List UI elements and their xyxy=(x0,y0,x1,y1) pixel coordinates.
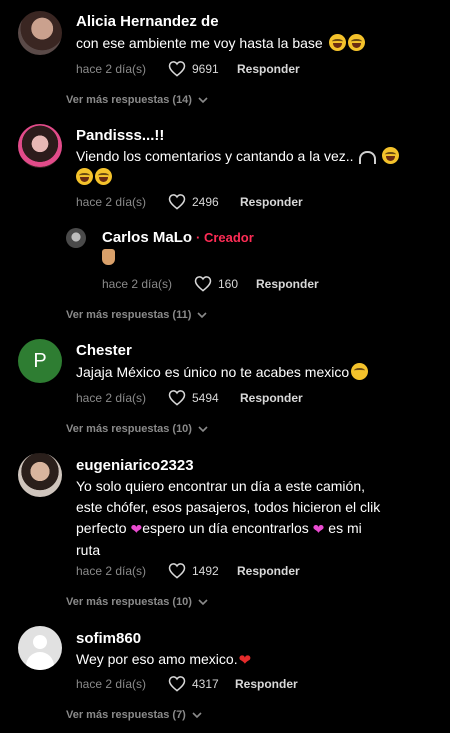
chevron-down-icon xyxy=(192,712,202,719)
view-more-replies[interactable]: Ver más respuestas (7) xyxy=(66,709,202,721)
comment-author[interactable]: sofim860 xyxy=(76,630,141,647)
comment-item: sofim860 Wey por eso amo mexico.❤ hace 2… xyxy=(0,0,450,733)
default-avatar-icon[interactable] xyxy=(18,626,62,670)
comment-text: Wey por eso amo mexico.❤ xyxy=(76,651,252,669)
like-count: 4317 xyxy=(192,676,219,691)
like-button[interactable]: 4317 xyxy=(168,675,235,692)
comment-date: hace 2 día(s) xyxy=(76,676,147,691)
comment-meta: hace 2 día(s) 4317 Responder xyxy=(76,675,298,692)
view-more-replies-label: Ver más respuestas (7) xyxy=(66,709,186,721)
reply-button[interactable]: Responder xyxy=(235,677,298,691)
avatar-head xyxy=(33,635,47,649)
avatar-body xyxy=(26,652,54,670)
red-heart-emoji-icon: ❤ xyxy=(238,652,252,669)
heart-outline-icon xyxy=(168,676,186,692)
